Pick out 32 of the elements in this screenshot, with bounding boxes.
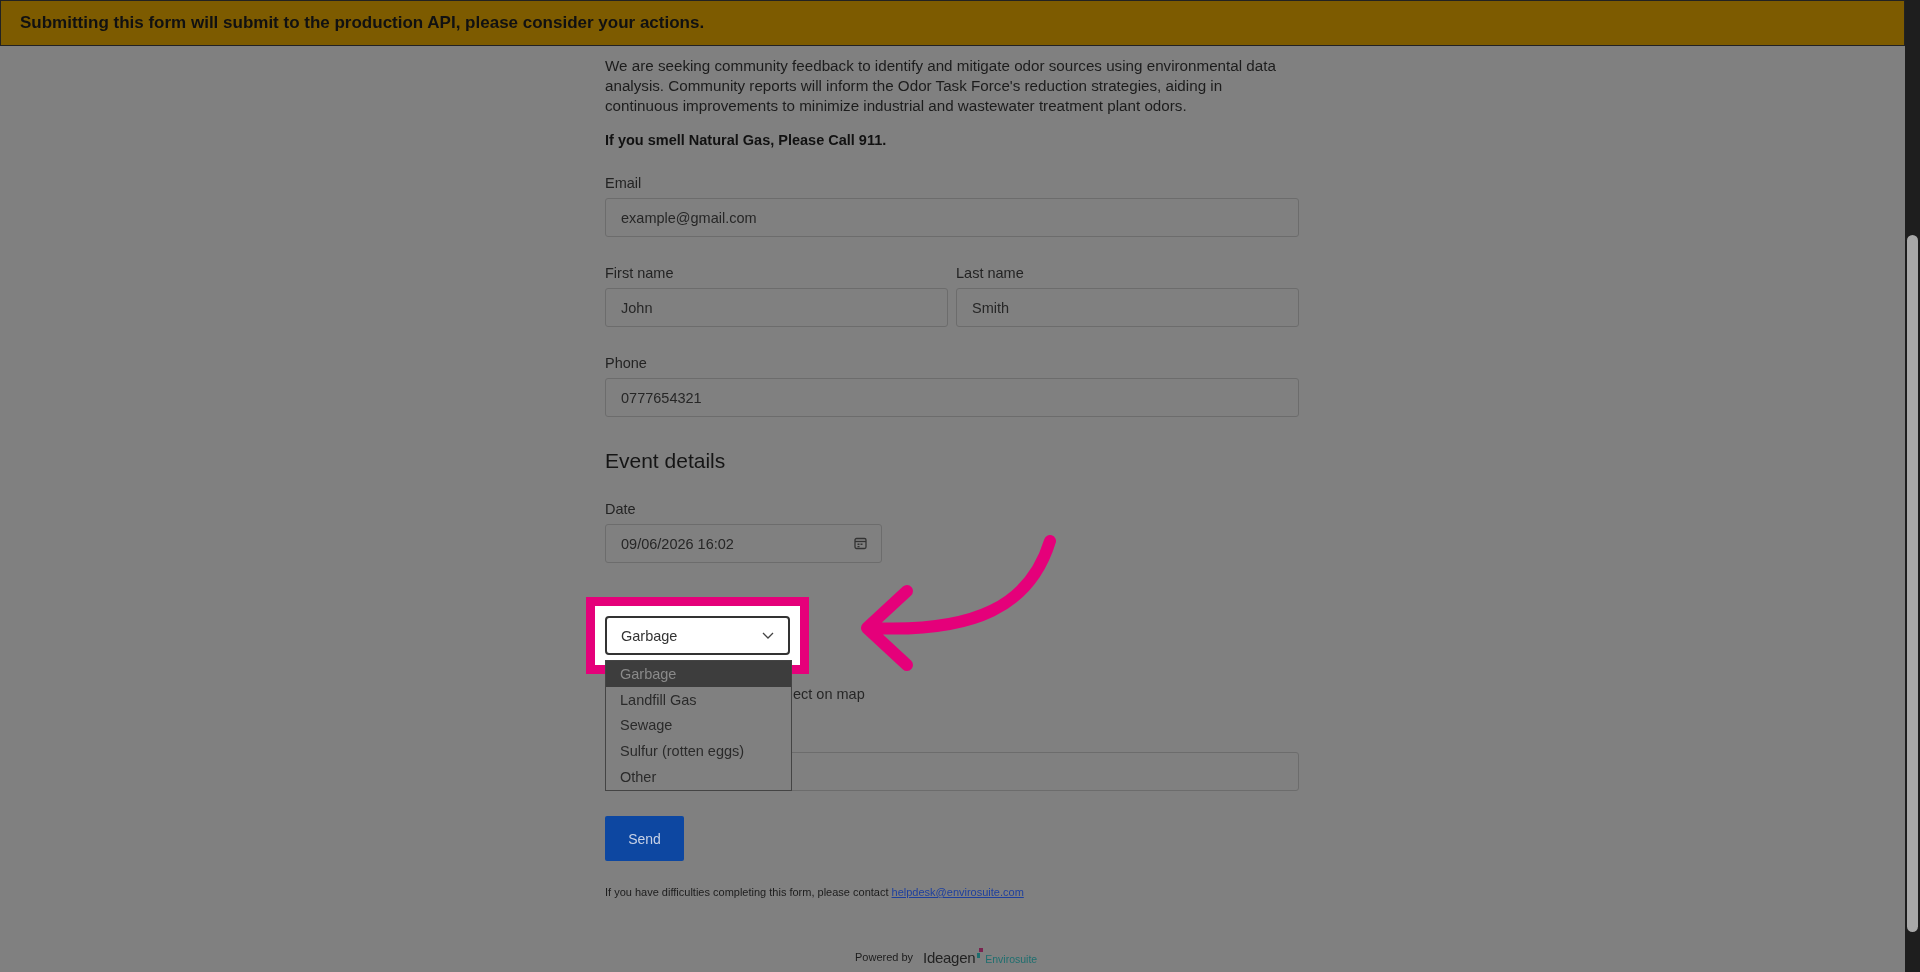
- dropdown-option[interactable]: Landfill Gas: [606, 686, 791, 713]
- map-option-text: ect on map: [793, 686, 865, 702]
- type-select[interactable]: Garbage: [605, 616, 790, 655]
- field-label: Phone: [605, 355, 647, 371]
- chevron-down-icon: [762, 632, 774, 639]
- helpdesk-link[interactable]: helpdesk@envirosuite.com: [891, 886, 1024, 898]
- field-label: Last name: [956, 265, 1024, 281]
- dropdown-option[interactable]: Garbage: [606, 661, 791, 687]
- powered-by-label: Powered by: [855, 951, 914, 963]
- input-field[interactable]: John: [605, 288, 948, 327]
- section-heading: Event details: [605, 449, 727, 473]
- dropdown-option[interactable]: Sewage: [606, 712, 791, 739]
- warning-banner: Submitting this form will submit to the production API, please consider your actions.: [0, 0, 1905, 46]
- date-field[interactable]: 09/06/2026 16:02: [605, 524, 882, 563]
- dropdown-option[interactable]: Sulfur (rotten eggs): [606, 738, 791, 764]
- intro-paragraph: We are seeking community feedback to identify and mitigate odor sources using environmental data analysis. Community reports will inform the Odor Task Force's reduction strategies, aiding in continuous improvements to minimize industrial and wastewater treatment plant odors.: [605, 56, 1277, 116]
- field-label: Date: [605, 501, 636, 517]
- footer-text: If you have difficulties completing this form, please contact helpdesk@envirosuite.com: [605, 886, 1025, 898]
- product-name: Envirosuite: [985, 953, 1038, 965]
- dropdown-option[interactable]: Other: [606, 763, 791, 790]
- brand-logo: Ideagen: [923, 949, 976, 966]
- logo-mark-icon: [977, 948, 984, 958]
- calendar-icon[interactable]: [854, 537, 867, 550]
- gas-warning: If you smell Natural Gas, Please Call 911.: [605, 132, 888, 148]
- field-label: Email: [605, 175, 642, 191]
- input-field[interactable]: example@gmail.com: [605, 198, 1299, 237]
- scrollbar-thumb[interactable]: [1907, 235, 1918, 932]
- input-field[interactable]: 0777654321: [605, 378, 1299, 417]
- input-field[interactable]: Smith: [956, 288, 1299, 327]
- scrollbar[interactable]: [1905, 0, 1920, 972]
- field-label: First name: [605, 265, 674, 281]
- send-button[interactable]: Send: [605, 816, 684, 861]
